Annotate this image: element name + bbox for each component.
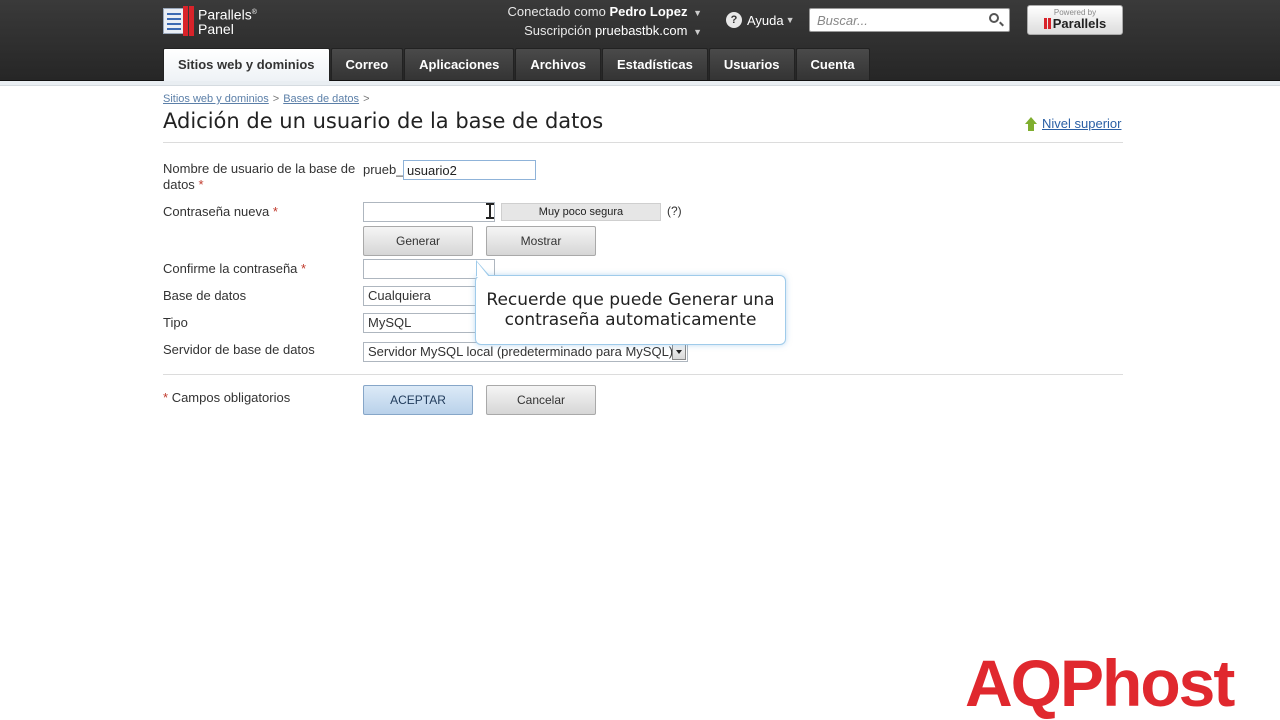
tab-statistics[interactable]: Estadísticas bbox=[602, 48, 708, 80]
required-mark: * bbox=[198, 177, 204, 192]
type-label: Tipo bbox=[163, 315, 188, 330]
tab-websites-domains[interactable]: Sitios web y dominios bbox=[163, 48, 330, 81]
divider bbox=[163, 374, 1123, 375]
search-box bbox=[809, 8, 1010, 32]
top-header-bar: Parallels® Panel Conectado como Pedro Lo… bbox=[0, 0, 1280, 81]
generate-password-button[interactable]: Generar bbox=[363, 226, 473, 256]
tab-users[interactable]: Usuarios bbox=[708, 48, 795, 80]
chevron-down-icon bbox=[672, 344, 686, 360]
tab-mail[interactable]: Correo bbox=[330, 48, 404, 80]
breadcrumb: Sitios web y dominios > Bases de datos > bbox=[163, 93, 370, 105]
tab-applications[interactable]: Aplicaciones bbox=[404, 48, 515, 80]
type-select[interactable]: MySQL bbox=[363, 313, 493, 333]
page-title: Adición de un usuario de la base de dato… bbox=[163, 109, 604, 133]
powered-by-badge[interactable]: Powered by Parallels bbox=[1027, 5, 1123, 35]
db-server-label: Servidor de base de datos bbox=[163, 342, 315, 357]
search-icon[interactable] bbox=[989, 13, 999, 23]
arrow-up-icon bbox=[1024, 116, 1038, 131]
password-strength-indicator: Muy poco segura bbox=[501, 203, 661, 221]
powered-brand: Parallels bbox=[1028, 17, 1122, 31]
db-server-select[interactable]: Servidor MySQL local (predeterminado par… bbox=[363, 342, 688, 362]
chevron-down-icon: ▼ bbox=[693, 27, 702, 37]
help-menu[interactable]: ? Ayuda ▼ bbox=[726, 12, 795, 28]
database-label: Base de datos bbox=[163, 288, 247, 303]
breadcrumb-databases[interactable]: Bases de datos bbox=[283, 93, 359, 105]
connected-as[interactable]: Conectado como Pedro Lopez ▼ bbox=[480, 3, 702, 22]
help-label: Ayuda bbox=[747, 12, 784, 28]
user-info: Conectado como Pedro Lopez ▼ Suscripción… bbox=[480, 3, 702, 41]
text-cursor-icon bbox=[486, 203, 494, 219]
divider bbox=[163, 142, 1123, 143]
subscription-name: pruebastbk.com bbox=[594, 23, 688, 38]
required-fields-note: * Campos obligatorios bbox=[163, 390, 291, 405]
new-password-input[interactable] bbox=[363, 202, 495, 222]
tab-subbar bbox=[0, 81, 1280, 86]
up-level-link[interactable]: Nivel superior bbox=[1024, 116, 1121, 131]
up-level-label: Nivel superior bbox=[1042, 116, 1122, 131]
breadcrumb-websites-domains[interactable]: Sitios web y dominios bbox=[163, 93, 269, 105]
tab-account[interactable]: Cuenta bbox=[795, 48, 870, 80]
subscription-selector[interactable]: Suscripción pruebastbk.com ▼ bbox=[480, 22, 702, 41]
database-select[interactable]: Cualquiera bbox=[363, 286, 493, 306]
current-user-name: Pedro Lopez bbox=[609, 4, 688, 19]
show-password-button[interactable]: Mostrar bbox=[486, 226, 596, 256]
cancel-button[interactable]: Cancelar bbox=[486, 385, 596, 415]
username-prefix: prueb_ bbox=[363, 162, 404, 177]
generate-password-tip: Recuerde que puede Generar una contraseñ… bbox=[475, 260, 786, 345]
parallels-panel-logo[interactable]: Parallels® Panel bbox=[163, 6, 257, 36]
password-strength-help[interactable]: (?) bbox=[667, 204, 682, 218]
search-input[interactable] bbox=[810, 9, 980, 31]
username-label: Nombre de usuario de la base de datos * bbox=[163, 161, 356, 192]
chevron-down-icon: ▼ bbox=[693, 8, 702, 18]
new-password-label: Contraseña nueva * bbox=[163, 204, 278, 219]
username-input[interactable] bbox=[403, 160, 536, 180]
help-icon: ? bbox=[726, 12, 742, 28]
tab-files[interactable]: Archivos bbox=[515, 48, 601, 80]
parallels-logo-icon bbox=[163, 6, 194, 36]
required-mark: * bbox=[301, 261, 307, 276]
aqphost-watermark-logo: AQPhost bbox=[965, 646, 1235, 720]
chevron-down-icon: ▼ bbox=[785, 15, 795, 25]
confirm-password-label: Confirme la contraseña * bbox=[163, 261, 307, 276]
required-mark: * bbox=[272, 204, 278, 219]
ok-button[interactable]: ACEPTAR bbox=[363, 385, 473, 415]
logo-line2: Panel bbox=[198, 20, 234, 37]
main-tabs: Sitios web y dominios Correo Aplicacione… bbox=[163, 48, 871, 81]
